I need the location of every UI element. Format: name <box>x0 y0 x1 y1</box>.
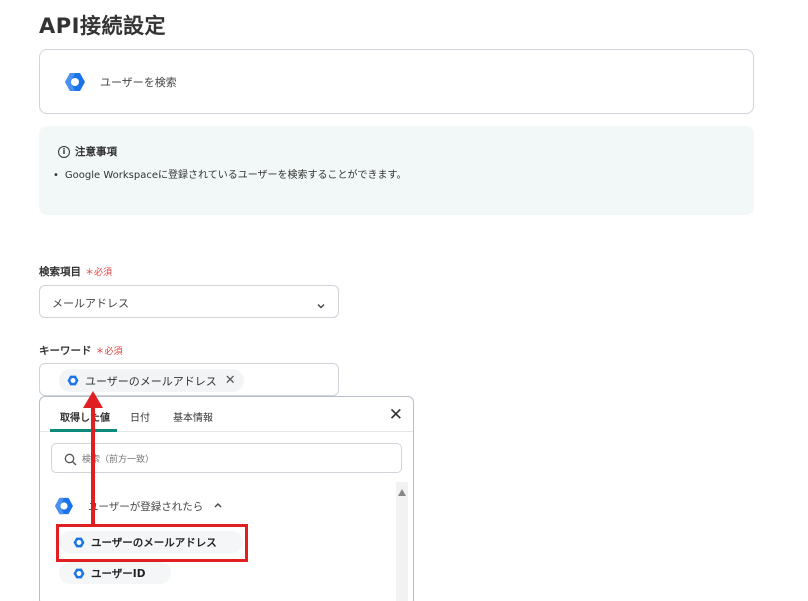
annotation-arrow-shaft <box>91 406 95 525</box>
info-icon: i <box>58 145 70 158</box>
google-workspace-hex-icon <box>64 72 86 96</box>
list-item-label: ユーザーID <box>91 567 146 580</box>
required-badge: ＊必須 <box>96 344 123 357</box>
chevron-up-icon <box>213 500 223 512</box>
chevron-down-icon <box>316 296 326 315</box>
trigger-group-label: ユーザーが登録されたら <box>88 500 204 513</box>
tab-basic-info[interactable]: 基本情報 <box>173 409 213 424</box>
search-icon <box>64 451 77 470</box>
picker-search-input[interactable]: 検索（前方一致） <box>51 443 402 473</box>
notice-body: • Google Workspaceに登録されているユーザーを検索することができま… <box>53 166 407 181</box>
keyword-field-label: キーワード ＊必須 <box>39 343 123 358</box>
google-workspace-hex-icon <box>73 568 85 579</box>
tab-retrieved-values[interactable]: 取得した値 <box>60 409 110 424</box>
search-field-label: 検索項目 ＊必須 <box>39 264 112 279</box>
notice-heading-text: 注意事項 <box>75 146 117 158</box>
tab-date[interactable]: 日付 <box>130 409 150 424</box>
google-workspace-hex-icon <box>54 497 74 515</box>
close-icon[interactable]: ✕ <box>225 373 236 388</box>
bullet-icon: • <box>53 170 59 181</box>
page-title: API接続設定 <box>39 14 166 38</box>
notice-body-text: Google Workspaceに登録されているユーザーを検索することができます… <box>64 170 407 181</box>
action-card[interactable]: ユーザーを検索 <box>39 49 754 114</box>
required-mark: ＊ <box>85 268 95 278</box>
google-workspace-hex-icon <box>67 375 79 386</box>
keyword-chip-label: ユーザーのメールアドレス <box>85 374 217 388</box>
action-label: ユーザーを検索 <box>100 76 177 89</box>
annotation-arrow-up-icon <box>83 391 103 408</box>
close-icon[interactable]: ✕ <box>389 405 403 425</box>
keyword-field-label-text: キーワード <box>39 345 92 357</box>
required-mark: ＊ <box>95 347 105 357</box>
value-picker-dropdown: 取得した値 日付 基本情報 ✕ 検索（前方一致） ユーザーが登録されたら ユーザ… <box>39 396 414 601</box>
search-field-label-text: 検索項目 <box>39 266 81 278</box>
notice-box: i 注意事項 • Google Workspaceに登録されているユーザーを検索す… <box>39 126 754 215</box>
required-text: 必須 <box>94 268 113 278</box>
required-text: 必須 <box>104 347 123 357</box>
search-field-select[interactable]: メールアドレス <box>39 285 339 318</box>
search-field-value: メールアドレス <box>52 297 129 310</box>
list-item[interactable]: ユーザーID <box>59 562 172 584</box>
active-tab-indicator <box>50 429 117 432</box>
required-badge: ＊必須 <box>85 265 112 278</box>
scroll-up-icon[interactable] <box>398 489 406 496</box>
annotation-highlight-box <box>56 524 248 562</box>
keyword-chip[interactable]: ユーザーのメールアドレス ✕ <box>59 369 244 392</box>
notice-heading: i 注意事項 <box>58 144 117 159</box>
scrollbar[interactable] <box>396 482 408 601</box>
trigger-group-header[interactable]: ユーザーが登録されたら <box>54 497 223 515</box>
